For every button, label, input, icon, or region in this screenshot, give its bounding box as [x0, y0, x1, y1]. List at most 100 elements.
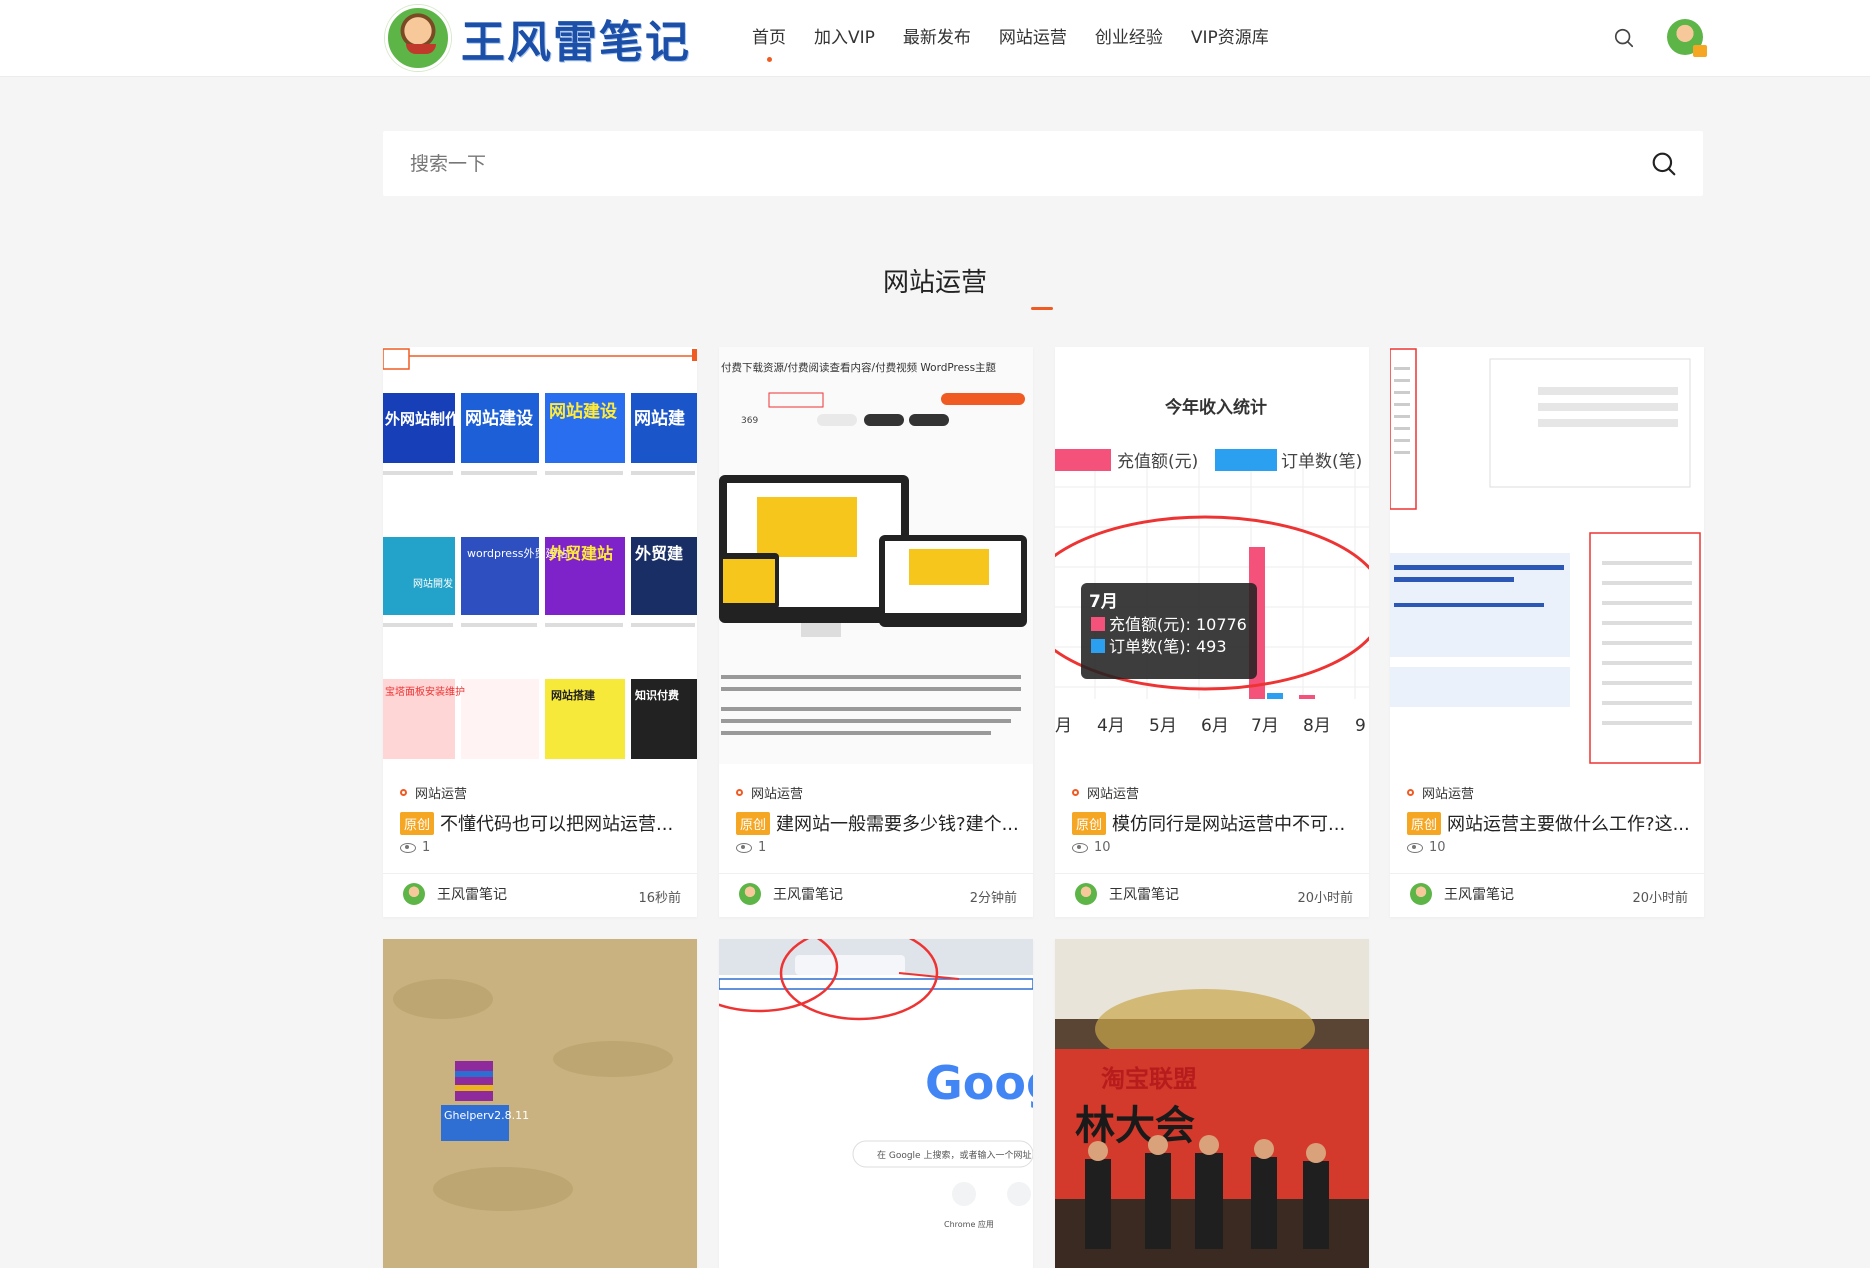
post-thumbnail[interactable]: 今年收入统计 充值额(元) 订单数(笔) 7月 充值额(元): 10776 订单… — [1055, 347, 1369, 764]
post-thumbnail[interactable]: Ghelperv2.8.11 — [383, 939, 697, 1268]
nav-item-home[interactable]: 首页 — [738, 0, 800, 77]
post-time: 20小时前 — [1632, 891, 1688, 906]
axis-tick: 7月 — [1251, 716, 1279, 736]
post-thumbnail[interactable]: Goog 在 Google 上搜索，或者输入一个网址 Chrome 应用 — [719, 939, 1033, 1268]
active-indicator — [766, 57, 772, 62]
original-badge: 原创 — [1072, 811, 1107, 835]
user-avatar[interactable] — [1667, 19, 1707, 57]
post-category[interactable]: 网站运营 — [1072, 783, 1139, 802]
views-count: 1 — [758, 840, 767, 855]
axis-tick: 6月 — [1201, 716, 1229, 736]
section-title: 网站运营 — [882, 268, 987, 298]
category-dot-icon — [400, 789, 407, 796]
post-card[interactable]: 今年收入统计 充值额(元) 订单数(笔) 7月 充值额(元): 10776 订单… — [1055, 347, 1369, 917]
author-name: 王风雷笔记 — [773, 887, 843, 903]
nav-label: 网站运营 — [998, 28, 1067, 48]
nav-label: 加入VIP — [814, 28, 875, 48]
category-label: 网站运营 — [415, 787, 468, 802]
search-bar — [383, 131, 1703, 196]
nav-item-startup[interactable]: 创业经验 — [1081, 0, 1177, 77]
post-views: 1 — [736, 840, 766, 855]
original-badge: 原创 — [736, 811, 771, 835]
post-title[interactable]: 原创 不懂代码也可以把网站运营... — [400, 810, 684, 836]
post-category[interactable]: 网站运营 — [400, 783, 467, 802]
main-nav: 首页 加入VIP 最新发布 网站运营 创业经验 VIP资源库 — [738, 0, 1283, 77]
post-category[interactable]: 网站运营 — [736, 783, 803, 802]
tooltip-value: 订单数(笔): 493 — [1109, 637, 1227, 656]
post-author[interactable]: 王风雷笔记 — [403, 883, 507, 905]
search-icon[interactable] — [1613, 27, 1635, 49]
shortcut-label: Chrome 应用 — [944, 1219, 994, 1229]
eye-icon — [736, 842, 752, 853]
post-author[interactable]: 王风雷笔记 — [739, 883, 843, 905]
nav-label: 创业经验 — [1094, 28, 1163, 48]
thumb-tile-text: 外网站制作 — [384, 410, 460, 428]
divider — [719, 873, 1033, 874]
post-author[interactable]: 王风雷笔记 — [1410, 883, 1514, 905]
legend-label: 充值额(元) — [1117, 452, 1198, 472]
post-card[interactable]: 网站运营 原创 网站运营主要做什么工作?这... 10 王风雷笔记 20小时前 — [1390, 347, 1704, 917]
divider — [1390, 873, 1704, 874]
axis-tick: 4月 — [1097, 716, 1125, 736]
post-views: 1 — [400, 840, 430, 855]
original-badge: 原创 — [400, 811, 435, 835]
category-label: 网站运营 — [1422, 787, 1475, 802]
google-search-hint: 在 Google 上搜索，或者输入一个网址 — [877, 1149, 1031, 1161]
post-title[interactable]: 原创 网站运营主要做什么工作?这... — [1407, 810, 1691, 836]
post-card[interactable]: Ghelperv2.8.11 — [383, 939, 697, 1268]
file-label: Ghelperv2.8.11 — [444, 1109, 529, 1122]
post-title-text: 建网站一般需要多少钱?建个... — [776, 814, 1019, 835]
logo-mascot-icon — [385, 5, 451, 71]
thumb-tile-text: 网站建设 — [465, 408, 533, 429]
thumb-tile-text: 网站建设 — [549, 401, 617, 422]
author-avatar — [739, 883, 761, 905]
post-thumbnail[interactable]: 外网站制作 网站建设 网站建设 网站建 wordpress外贸建站 外贸建站 外… — [383, 347, 697, 764]
category-dot-icon — [1072, 789, 1079, 796]
post-time: 20小时前 — [1297, 891, 1353, 906]
author-name: 王风雷笔记 — [1109, 887, 1179, 903]
thumb-tile-text: 宝塔面板安装维护 — [385, 685, 465, 698]
post-card[interactable]: 淘宝联盟 林大会 — [1055, 939, 1369, 1268]
event-slogan: 林大会 — [1075, 1103, 1195, 1149]
tooltip-month: 7月 — [1089, 592, 1118, 612]
author-name: 王风雷笔记 — [437, 887, 507, 903]
thumb-heading: 付费下载资源/付费阅读查看内容/付费视频 WordPress主题 — [721, 361, 997, 374]
nav-item-site-operations[interactable]: 网站运营 — [985, 0, 1081, 77]
post-thumbnail[interactable]: 淘宝联盟 林大会 — [1055, 939, 1369, 1268]
logo-text: 王风雷笔记 — [461, 17, 691, 68]
post-thumbnail[interactable] — [1390, 347, 1704, 764]
eye-icon — [1072, 842, 1088, 853]
nav-item-latest[interactable]: 最新发布 — [889, 0, 985, 77]
thumb-tile-text: 网站建 — [634, 408, 685, 429]
post-card[interactable]: 外网站制作 网站建设 网站建设 网站建 wordpress外贸建站 外贸建站 外… — [383, 347, 697, 917]
chart-title: 今年收入统计 — [1165, 397, 1267, 418]
eye-icon — [400, 842, 416, 853]
nav-label: VIP资源库 — [1190, 28, 1269, 48]
author-avatar — [1410, 883, 1432, 905]
axis-tick: 5月 — [1149, 716, 1177, 736]
post-thumbnail[interactable]: 付费下载资源/付费阅读查看内容/付费视频 WordPress主题 369 — [719, 347, 1033, 764]
post-title[interactable]: 原创 建网站一般需要多少钱?建个... — [736, 810, 1020, 836]
post-title-text: 网站运营主要做什么工作?这... — [1447, 814, 1690, 835]
post-author[interactable]: 王风雷笔记 — [1075, 883, 1179, 905]
thumb-tile-text: 网站搭建 — [551, 688, 596, 702]
nav-item-vip-library[interactable]: VIP资源库 — [1177, 0, 1283, 77]
post-category[interactable]: 网站运营 — [1407, 783, 1474, 802]
post-card[interactable]: Goog 在 Google 上搜索，或者输入一个网址 Chrome 应用 — [719, 939, 1033, 1268]
eye-icon — [1407, 842, 1423, 853]
search-input[interactable] — [410, 131, 1610, 196]
author-name: 王风雷笔记 — [1444, 887, 1514, 903]
nav-label: 最新发布 — [902, 28, 971, 48]
post-title[interactable]: 原创 模仿同行是网站运营中不可... — [1072, 810, 1356, 836]
post-card[interactable]: 付费下载资源/付费阅读查看内容/付费视频 WordPress主题 369 网站运… — [719, 347, 1033, 917]
post-views: 10 — [1072, 840, 1111, 855]
nav-item-join-vip[interactable]: 加入VIP — [800, 0, 889, 77]
category-dot-icon — [1407, 789, 1414, 796]
post-time: 16秒前 — [638, 891, 681, 906]
google-logo-text: Goog — [925, 1056, 1033, 1110]
divider — [1055, 873, 1369, 874]
site-logo[interactable]: 王风雷笔记 — [385, 4, 691, 72]
search-icon[interactable] — [1651, 151, 1677, 177]
site-header: 王风雷笔记 首页 加入VIP 最新发布 网站运营 创业经验 VIP资源库 — [0, 0, 1870, 77]
views-count: 1 — [422, 840, 431, 855]
